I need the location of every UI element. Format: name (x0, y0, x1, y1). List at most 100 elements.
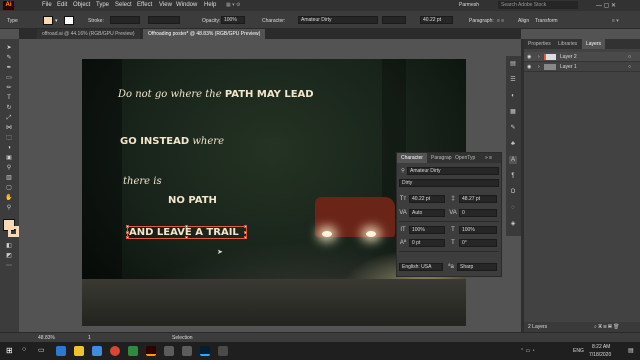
layer-row[interactable]: ◉ › Layer 1 ○ (524, 62, 640, 72)
menu-file[interactable]: File (42, 2, 52, 8)
baseline-shift-field[interactable]: 0 pt (409, 239, 445, 247)
clock-time[interactable]: 8:22 AM (592, 344, 610, 350)
stroke-swatch[interactable] (8, 226, 19, 237)
resize-handle[interactable] (126, 236, 129, 239)
file-explorer-icon[interactable] (74, 346, 84, 356)
task-view-icon[interactable]: ▭ (38, 346, 45, 354)
menu-select[interactable]: Select (115, 2, 132, 8)
resize-handle[interactable] (244, 231, 247, 234)
layer-row[interactable]: ◉ › Layer 2 ○ (524, 52, 640, 62)
resize-handle[interactable] (126, 225, 129, 228)
opacity-input[interactable]: 100% (221, 16, 245, 24)
poster-line-3[interactable]: there is (123, 176, 162, 187)
horizontal-scale-field[interactable]: 100% (459, 226, 497, 234)
paintbrush-tool-icon[interactable]: ✏ (4, 85, 14, 92)
color-icon[interactable]: ◐ (509, 92, 517, 100)
tab-opentype[interactable]: OpenTyp (451, 153, 479, 163)
tab-character[interactable]: Character (397, 153, 427, 163)
resize-handle[interactable] (185, 236, 188, 239)
app-icon[interactable] (164, 346, 174, 356)
drawing-mode-icon[interactable]: ◩ (4, 253, 14, 260)
artboard-tool-icon[interactable]: ▢ (4, 185, 14, 192)
panel-menu-icon[interactable]: ≡ ▾ (612, 18, 619, 24)
menu-effect[interactable]: Effect (137, 2, 152, 8)
eyedropper-tool-icon[interactable]: ⚲ (4, 165, 14, 172)
chrome-icon[interactable] (110, 346, 120, 356)
hand-tool-icon[interactable]: ✋ (4, 195, 14, 202)
leading-field[interactable]: 48.27 pt (459, 195, 497, 203)
brushes-icon[interactable]: ✎ (509, 124, 517, 132)
panel-menu-icon[interactable]: » ≡ (485, 155, 492, 161)
illustrator-icon[interactable] (146, 346, 156, 356)
clock-date[interactable]: 7/18/2020 (589, 352, 611, 358)
appearance-icon[interactable]: ◈ (509, 220, 517, 228)
language-indicator[interactable]: ENG (573, 348, 584, 354)
layer-name[interactable]: Layer 2 (560, 52, 577, 62)
selection-tool-icon[interactable]: ➤ (4, 45, 14, 52)
free-transform-tool-icon[interactable]: ⬚ (4, 135, 14, 142)
scale-tool-icon[interactable]: ⤢ (4, 115, 14, 122)
rectangle-tool-icon[interactable]: ▭ (4, 75, 14, 82)
search-icon[interactable]: ○ (22, 346, 26, 353)
anti-aliasing-select[interactable]: Sharp (457, 263, 497, 271)
symbols-icon[interactable]: ♣ (509, 140, 517, 148)
chart-tool-icon[interactable]: ▥ (4, 175, 14, 182)
expand-arrow-icon[interactable]: › (538, 62, 540, 72)
font-style-field[interactable]: Dirty (399, 179, 499, 187)
resize-handle[interactable] (185, 225, 188, 228)
vertical-scale-field[interactable]: 100% (409, 226, 445, 234)
language-select[interactable]: English: USA (399, 263, 443, 271)
search-stock-input[interactable]: Search Adobe Stock (498, 1, 578, 9)
edit-toolbar-icon[interactable]: ⋯ (4, 263, 14, 270)
app-icon[interactable] (128, 346, 138, 356)
store-icon[interactable] (92, 346, 102, 356)
swatches-icon[interactable]: ▦ (509, 108, 517, 116)
tab-properties[interactable]: Properties (524, 39, 555, 49)
tab-offroad[interactable]: offroad.ai @ 44.16% (RGB/GPU Preview) (37, 29, 140, 39)
windows-start-icon[interactable]: ⊞ (6, 346, 15, 355)
layer-actions-icon[interactable]: ⌕ ▣ ⊞ ▤ 🗑 (594, 322, 620, 332)
target-circle-icon[interactable]: ○ (628, 62, 631, 72)
opentype-icon[interactable]: O (509, 188, 517, 196)
tab-offroading-poster[interactable]: Offroading poster* @ 48.83% (RGB/GPU Pre… (143, 29, 266, 39)
gradient-tool-icon[interactable]: ▣ (4, 155, 14, 162)
poster-line-2[interactable]: GO INSTEAD where (120, 136, 224, 147)
character-rotation-field[interactable]: 0° (459, 239, 497, 247)
layer-name[interactable]: Layer 1 (560, 62, 577, 72)
type-tool-icon[interactable]: T (4, 95, 14, 102)
direct-selection-tool-icon[interactable]: ✎ (4, 55, 14, 62)
visibility-eye-icon[interactable]: ◉ (527, 62, 531, 72)
notification-icon[interactable]: ▤ (628, 347, 634, 354)
paragraph-label[interactable]: Paragraph: (469, 18, 494, 24)
menu-type[interactable]: Type (96, 2, 109, 8)
variable-width-profile[interactable] (148, 16, 180, 24)
system-tray-icons[interactable]: ⌃ ▭ ◔ (520, 348, 535, 354)
shape-builder-tool-icon[interactable]: ◑ (4, 145, 14, 152)
libraries-icon[interactable]: ☰ (509, 76, 517, 84)
stroke-color-swatch[interactable] (64, 16, 74, 25)
kerning-field[interactable]: Auto (409, 209, 445, 217)
artboard-number[interactable]: 1 (88, 335, 91, 341)
menu-object[interactable]: Object (73, 2, 90, 8)
resize-handle[interactable] (126, 231, 129, 234)
transparency-icon[interactable]: ◌ (509, 204, 517, 212)
zoom-level[interactable]: 48.83% (38, 335, 55, 341)
fill-color-swatch[interactable] (43, 16, 53, 25)
width-tool-icon[interactable]: ⋈ (4, 125, 14, 132)
poster-line-1[interactable]: Do not go where the PATH MAY LEAD (118, 89, 314, 100)
workspace-switcher-icon[interactable]: ▦ ▾ ⚙ (226, 2, 241, 8)
tracking-field[interactable]: 0 (459, 209, 497, 217)
tab-layers[interactable]: Layers (582, 39, 606, 49)
paragraph-panel-icon[interactable]: ¶ (509, 172, 517, 180)
font-family-select[interactable]: Amateur Dirty (298, 16, 378, 24)
expand-arrow-icon[interactable]: › (538, 52, 540, 62)
window-controls[interactable]: — ▢ ✕ (596, 2, 616, 9)
font-family-field[interactable]: Amateur Dirty (407, 167, 499, 175)
edge-browser-icon[interactable] (56, 346, 66, 356)
menu-window[interactable]: Window (176, 2, 197, 8)
zoom-tool-icon[interactable]: ⚲ (4, 205, 14, 212)
transform-label[interactable]: Transform (535, 18, 558, 24)
visibility-eye-icon[interactable]: ◉ (527, 52, 531, 62)
menu-help[interactable]: Help (204, 2, 216, 8)
poster-line-4[interactable]: NO PATH (168, 195, 217, 206)
